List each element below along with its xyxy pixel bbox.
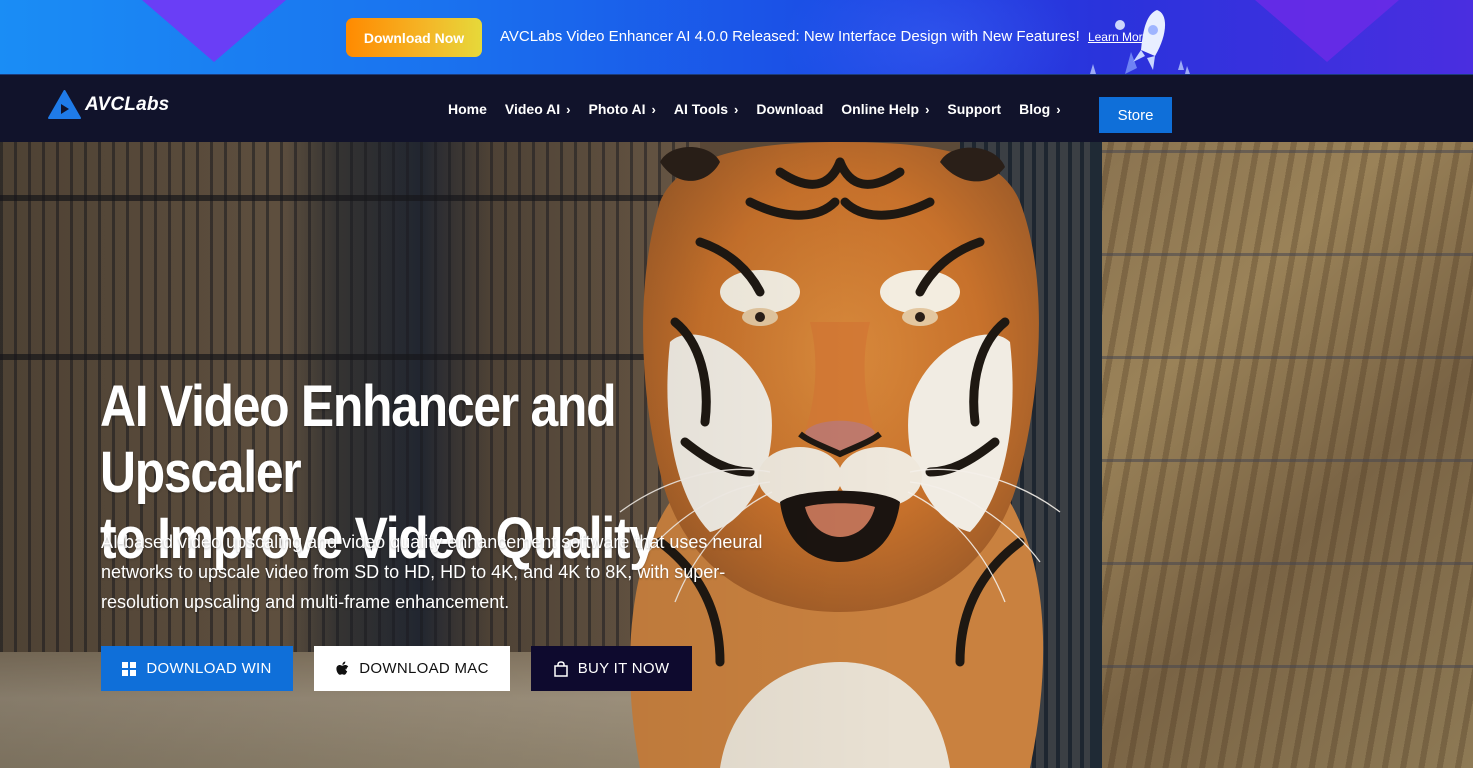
banner-decor-triangle <box>1255 0 1399 62</box>
nav-item-label: Download <box>756 101 824 117</box>
download-mac-button[interactable]: DOWNLOAD MAC <box>314 646 510 691</box>
avclabs-logo-icon <box>48 90 81 119</box>
shopping-bag-icon <box>553 660 568 677</box>
logo-text: AVCLabs <box>85 94 170 115</box>
nav-item-blog[interactable]: Blog › <box>1019 101 1060 117</box>
nav-item-ai-tools[interactable]: AI Tools › <box>674 101 739 117</box>
nav-item-home[interactable]: Home <box>448 101 487 117</box>
fence-post <box>1090 142 1102 768</box>
main-navigation: AVCLabs Home Video AI › Photo AI › AI To… <box>0 74 1473 142</box>
chevron-right-icon: › <box>566 101 571 117</box>
chevron-right-icon: › <box>734 101 739 117</box>
chevron-right-icon: › <box>925 101 930 117</box>
store-button[interactable]: Store <box>1099 97 1172 133</box>
nav-item-photo-ai[interactable]: Photo AI › <box>588 101 655 117</box>
download-win-button[interactable]: DOWNLOAD WIN <box>101 646 293 691</box>
announcement-message: AVCLabs Video Enhancer AI 4.0.0 Released… <box>500 28 1080 45</box>
nav-item-online-help[interactable]: Online Help › <box>841 101 929 117</box>
nav-item-download[interactable]: Download <box>756 101 823 117</box>
hero-title-line1: AI Video Enhancer and Upscaler <box>100 374 617 505</box>
download-win-label: DOWNLOAD WIN <box>146 660 272 677</box>
announcement-text: AVCLabs Video Enhancer AI 4.0.0 Released… <box>500 28 1149 45</box>
nav-item-label: Photo AI <box>588 101 646 117</box>
hero-section: AI Video Enhancer and Upscaler to Improv… <box>0 142 1473 768</box>
logo[interactable]: AVCLabs <box>48 90 169 120</box>
nav-menu: Home Video AI › Photo AI › AI Tools › Do… <box>448 75 1079 143</box>
chevron-right-icon: › <box>1056 101 1061 117</box>
buy-it-now-label: BUY IT NOW <box>577 660 670 677</box>
nav-item-label: Video AI <box>504 101 561 117</box>
nav-item-video-ai[interactable]: Video AI › <box>505 101 571 117</box>
windows-icon <box>122 661 137 676</box>
nav-item-support[interactable]: Support <box>947 101 1001 117</box>
nav-item-label: AI Tools <box>673 101 729 117</box>
apple-icon <box>335 661 349 677</box>
nav-item-label: Blog <box>1019 101 1051 117</box>
chevron-right-icon: › <box>651 101 656 117</box>
hero-description: AI-based video upscaling and video quali… <box>101 532 763 612</box>
download-now-button[interactable]: Download Now <box>346 18 482 57</box>
hero-background-brush <box>1090 142 1473 768</box>
banner-decor-triangle <box>142 0 286 62</box>
nav-item-label: Online Help <box>841 101 920 117</box>
buy-it-now-button[interactable]: BUY IT NOW <box>531 646 692 691</box>
rocket-icon <box>1090 10 1190 74</box>
nav-item-label: Support <box>947 101 1002 117</box>
download-mac-label: DOWNLOAD MAC <box>359 660 489 677</box>
nav-item-label: Home <box>448 101 487 117</box>
announcement-banner: Download Now AVCLabs Video Enhancer AI 4… <box>0 0 1473 74</box>
